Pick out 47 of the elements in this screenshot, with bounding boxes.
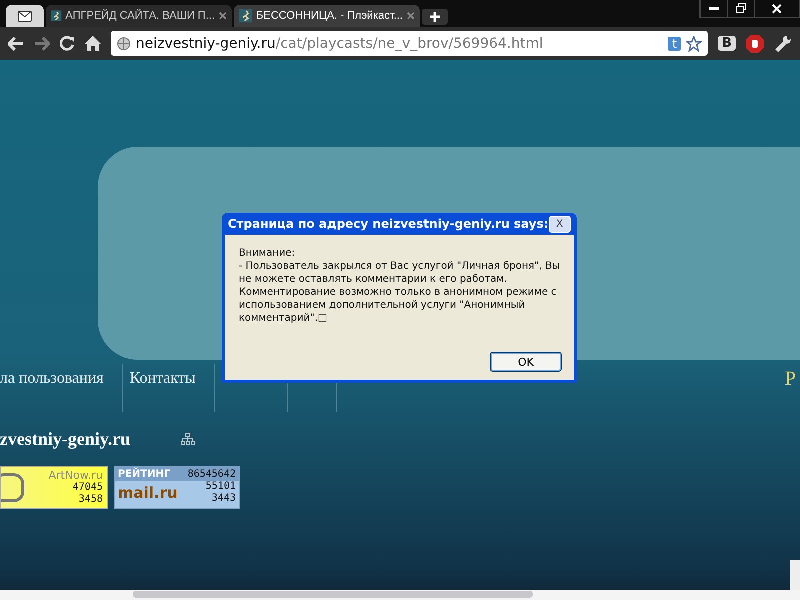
counter-value: 55101 xyxy=(206,481,236,493)
dialog-message: Внимание: xyxy=(239,247,296,260)
counter-title: РЕЙТИНГ xyxy=(118,468,170,480)
plus-icon xyxy=(430,12,440,22)
nav-link[interactable]: Р xyxy=(784,368,796,391)
new-tab-button[interactable] xyxy=(422,9,448,25)
mail-tab[interactable] xyxy=(6,5,44,27)
browser-tab[interactable]: БЕССОННИЦА. - Плэйкаст... xyxy=(234,5,420,27)
counter-value: 3443 xyxy=(212,493,236,505)
vertical-scrollbar[interactable] xyxy=(790,560,800,590)
star-icon[interactable] xyxy=(686,36,702,52)
nav-link[interactable]: ла пользования xyxy=(0,370,104,408)
counter-brand: ArtNow.ru xyxy=(48,470,103,482)
runner-icon xyxy=(51,8,62,24)
dialog-message: - Пользователь закрылся от Вас услугой "Личная броня", Вы не можете оставлять комментарии к его работам. Комментирование возможно только в анонимном режиме с использованием дополнительной услуги "Анонимный комментарий".□ xyxy=(239,260,562,325)
envelope-icon xyxy=(18,10,32,22)
site-name: zvestniy-geniy.ru xyxy=(0,428,130,450)
close-icon xyxy=(772,4,782,14)
counter-value: 47045 xyxy=(72,482,103,494)
home-icon[interactable] xyxy=(85,36,101,51)
vk-button[interactable]: B xyxy=(718,36,736,51)
counter-value: 86545642 xyxy=(188,468,236,480)
reload-icon[interactable] xyxy=(60,36,75,51)
address-field[interactable]: neizvestniy-geniy.ru/cat/playcasts/ne_v_brov/569964.html t xyxy=(111,31,708,56)
close-button[interactable]: X xyxy=(548,216,571,232)
restore-icon xyxy=(736,3,746,14)
wrench-icon[interactable] xyxy=(774,34,792,52)
extension-button[interactable]: t xyxy=(668,36,682,50)
globe-icon xyxy=(117,36,131,50)
counter-brand: mail.ru xyxy=(118,484,178,502)
close-icon[interactable] xyxy=(407,12,415,20)
stop-hand-icon[interactable] xyxy=(746,34,764,52)
horizontal-scrollbar[interactable] xyxy=(0,590,800,600)
nav-link[interactable]: Контакты xyxy=(130,370,196,408)
forward-icon[interactable] xyxy=(34,36,50,50)
mailru-counter[interactable]: РЕЙТИНГ 86545642 mail.ru 55101 3443 xyxy=(114,466,240,509)
runner-icon xyxy=(239,8,252,24)
ok-button[interactable]: OK xyxy=(490,352,562,372)
dialog-title: Страница по адресу neizvestniy-geniy.ru says: xyxy=(228,217,549,231)
sitemap-icon[interactable] xyxy=(180,433,194,445)
ring-icon xyxy=(1,472,25,502)
counter-value: 3458 xyxy=(78,494,103,506)
back-icon[interactable] xyxy=(8,36,24,50)
artnow-counter[interactable]: ArtNow.ru 47045 3458 xyxy=(0,466,108,509)
close-icon[interactable] xyxy=(219,12,227,20)
minimize-icon xyxy=(709,7,719,10)
browser-tab[interactable]: АПГРЕЙД САЙТА. ВАШИ П... xyxy=(46,5,232,27)
